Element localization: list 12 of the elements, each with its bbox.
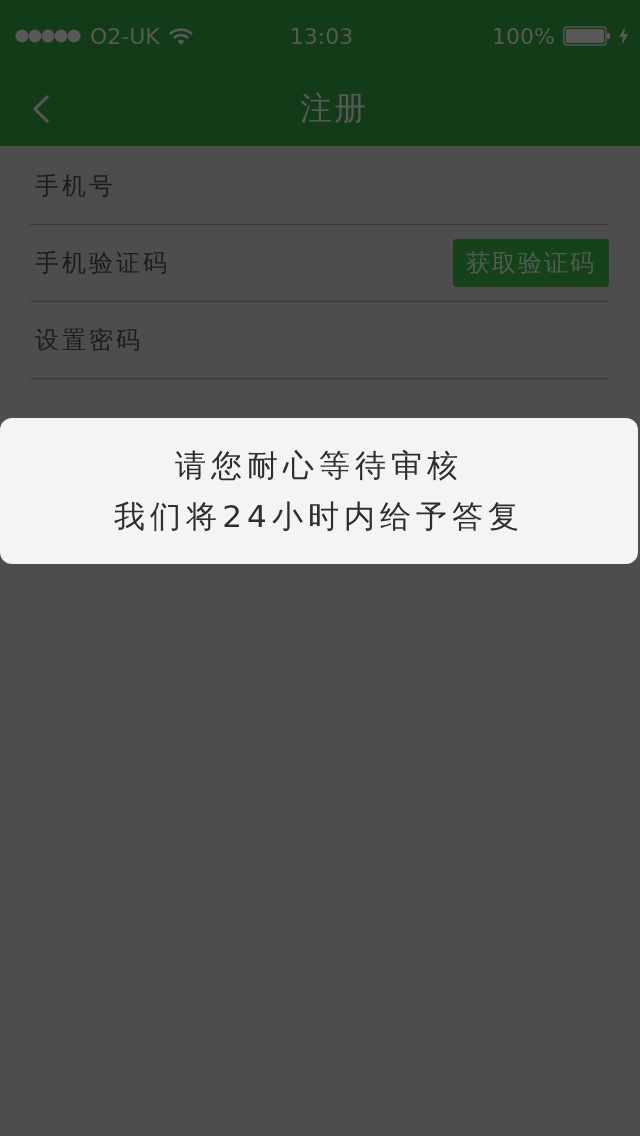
wifi-icon [168, 27, 193, 45]
status-time: 13:03 [289, 23, 354, 49]
charging-bolt-icon [619, 27, 628, 45]
carrier-name: O2-UK [90, 23, 160, 49]
page-title: 注册 [300, 88, 368, 129]
dialog-message: 我们将24小时内给予答复 [114, 497, 524, 536]
back-chevron-icon [32, 94, 50, 124]
dialog-message: 请您耐心等待审核 [175, 446, 463, 485]
battery-percent: 100% [492, 23, 555, 49]
get-code-button[interactable]: 获取验证码 [453, 239, 609, 287]
battery-icon [563, 26, 611, 46]
signal-dots-icon [15, 29, 81, 43]
